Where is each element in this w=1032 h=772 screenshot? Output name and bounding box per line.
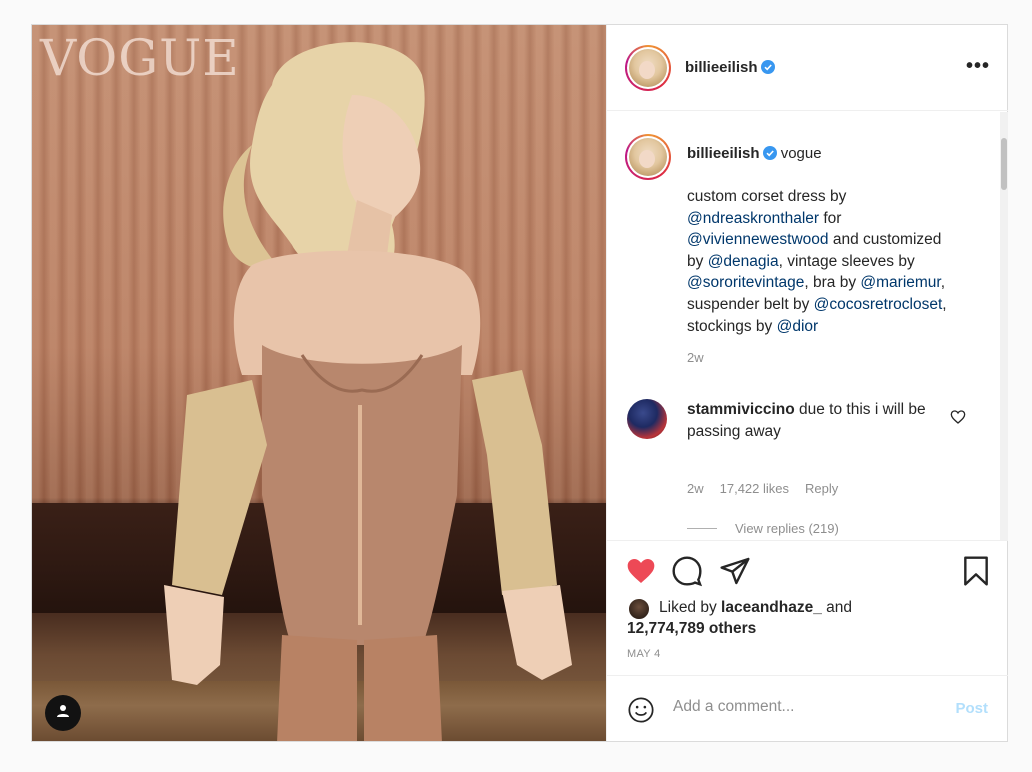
view-replies-button[interactable]: View replies (219) — [687, 521, 839, 536]
commenter-avatar[interactable] — [627, 399, 667, 439]
smiley-icon — [627, 697, 655, 728]
model-figure — [102, 25, 572, 741]
comment-age: 2w — [687, 481, 704, 496]
emoji-button[interactable] — [627, 696, 655, 724]
heart-filled-icon — [625, 559, 657, 591]
mention-link[interactable]: @ndreaskronthaler — [687, 210, 819, 227]
likes-count[interactable]: 12,774,789 others — [627, 618, 987, 639]
comment-meta: 2w 17,422 likes Reply — [687, 481, 854, 496]
add-comment-bar: Post — [607, 675, 1008, 741]
caption-line: custom corset dress by — [687, 186, 987, 208]
caption-line: @ndreaskronthaler for — [687, 208, 987, 230]
caption-line: by @denagia, vintage sleeves by — [687, 251, 987, 273]
add-comment-input[interactable] — [673, 698, 933, 716]
caption-line: @viviennewestwood and customized — [687, 229, 987, 251]
mention-link[interactable]: @denagia — [708, 253, 779, 270]
heart-outline-icon — [950, 410, 966, 429]
comments-scroll-area[interactable]: billieeilish vogue custom corset dress b… — [607, 112, 1008, 540]
caption-username[interactable]: billieeilish vogue — [687, 145, 822, 162]
post-photo[interactable]: VOGUE — [32, 25, 606, 741]
comment-button[interactable] — [671, 555, 703, 587]
action-bar — [607, 540, 1008, 600]
post-side-panel: billieeilish ••• billieeilish vogue cust… — [606, 25, 1008, 741]
comment-likes[interactable]: 17,422 likes — [720, 481, 789, 496]
mention-link[interactable]: @dior — [777, 318, 819, 335]
likes-mid: and — [821, 599, 853, 616]
verified-badge-icon — [762, 146, 777, 160]
caption-fragment: by — [687, 252, 708, 270]
caption-author-avatar[interactable] — [625, 134, 671, 180]
caption-fragment: , — [942, 295, 947, 313]
liker-username[interactable]: laceandhaze_ — [721, 599, 822, 616]
likes-prefix: Liked by — [659, 599, 722, 616]
person-icon — [56, 704, 70, 723]
post-date[interactable]: MAY 4 — [627, 648, 661, 660]
mention-link[interactable]: @sororitevintage — [687, 274, 804, 291]
comment-icon — [671, 556, 703, 591]
bookmark-icon — [960, 556, 992, 591]
caption-fragment: , — [940, 274, 946, 292]
caption-line: @sororitevintage, bra by @mariemur, — [687, 272, 987, 294]
caption-fragment: , bra by — [804, 274, 861, 292]
caption-fragment: , vintage sleeves by — [778, 252, 915, 270]
comment-reply-button[interactable]: Reply — [805, 481, 838, 496]
caption-first-word: vogue — [780, 145, 822, 162]
verified-badge-icon — [760, 60, 775, 74]
post-header: billieeilish ••• — [607, 25, 1008, 111]
more-options-button[interactable]: ••• — [966, 55, 990, 78]
caption-line: stockings by @dior — [687, 316, 987, 338]
post-card: VOGUE billieeilish ••• billieeilish vogu… — [31, 24, 1008, 742]
view-replies-label: View replies (219) — [735, 521, 839, 536]
share-button[interactable] — [719, 555, 751, 587]
ellipsis-icon: ••• — [965, 55, 990, 77]
post-comment-button[interactable]: Post — [955, 700, 988, 717]
author-avatar[interactable] — [625, 45, 671, 91]
mention-link[interactable]: @mariemur — [860, 274, 940, 291]
mention-link[interactable]: @viviennewestwood — [687, 231, 829, 248]
caption-fragment: stockings by — [687, 317, 777, 335]
caption-fragment: for — [819, 209, 842, 227]
paper-plane-icon — [719, 557, 751, 591]
caption-fragment: suspender belt by — [687, 295, 814, 313]
caption-line: suspender belt by @cocosretrocloset, — [687, 294, 987, 316]
save-button[interactable] — [960, 555, 992, 587]
commenter-username[interactable]: stammiviccino — [687, 401, 795, 418]
likes-summary: Liked by laceandhaze_ and 12,774,789 oth… — [627, 595, 987, 639]
caption-fragment: and customized — [828, 231, 942, 249]
user-tag-button[interactable] — [45, 695, 81, 731]
comment-text: stammiviccino due to this i will be pass… — [687, 399, 937, 443]
scrollbar[interactable] — [1000, 112, 1008, 540]
like-button[interactable] — [625, 555, 657, 587]
caption-text: custom corset dress by @ndreaskronthaler … — [687, 186, 987, 337]
comment-like-button[interactable] — [950, 409, 966, 425]
caption-fragment: custom corset dress by — [687, 188, 847, 205]
caption-age: 2w — [687, 350, 704, 365]
author-username[interactable]: billieeilish — [685, 59, 775, 76]
mention-link[interactable]: @cocosretrocloset — [814, 296, 943, 313]
